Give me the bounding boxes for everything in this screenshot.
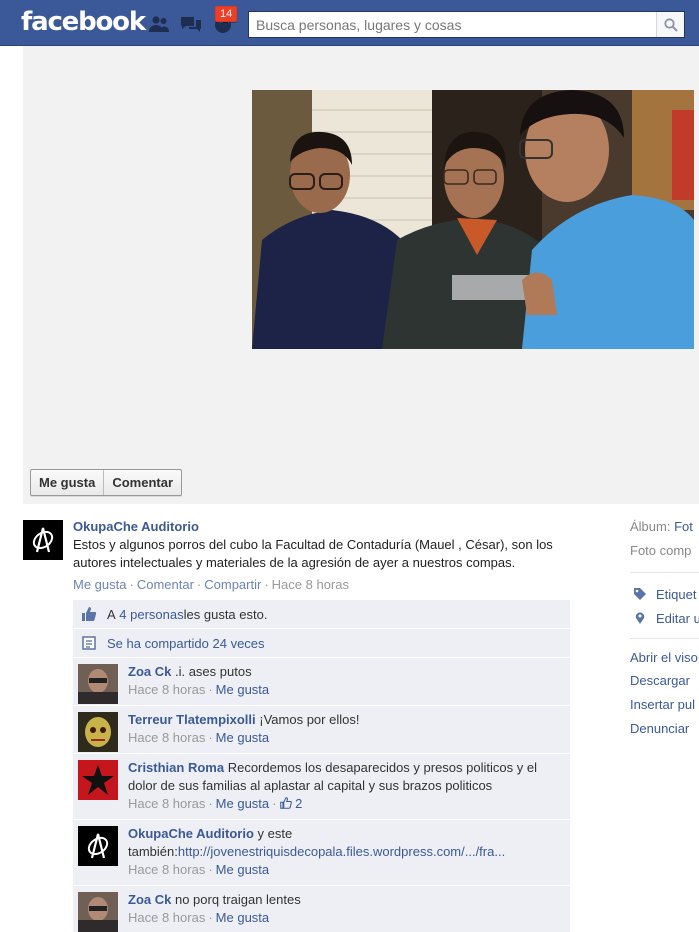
top-bar: facebook 14 xyxy=(0,0,699,46)
tag-icon xyxy=(634,588,646,600)
facebook-logo[interactable]: facebook xyxy=(21,7,146,37)
post-author[interactable]: OkupaChe Auditorio xyxy=(73,518,583,536)
photo-sidebar: Álbum: Fot Foto comp Etiquet Editar u Ab… xyxy=(630,517,699,767)
comment: OkupaChe Auditorio y este también:http:/… xyxy=(73,820,570,886)
shares-link[interactable]: Se ha compartido 24 veces xyxy=(107,636,265,651)
shares-summary: Se ha compartido 24 veces xyxy=(73,629,570,658)
post-body: OkupaChe Auditorio Estos y algunos porro… xyxy=(73,518,583,594)
comment-time: Hace 8 horas xyxy=(128,730,206,745)
comment-likes-count[interactable]: 2 xyxy=(279,796,303,811)
separator: · xyxy=(129,577,134,592)
edit-link[interactable]: Editar u xyxy=(656,611,699,626)
like-button[interactable]: Me gusta xyxy=(31,470,103,495)
open-viewer-link[interactable]: Abrir el viso xyxy=(630,650,698,665)
post-like-link[interactable]: Me gusta xyxy=(73,577,126,592)
comment-text: ¡Vamos por ellos! xyxy=(259,712,360,727)
post-meta: Me gusta · Comentar · Compartir · Hace 8 horas xyxy=(73,576,583,594)
separator: · xyxy=(208,796,213,811)
commenter-name[interactable]: OkupaChe Auditorio xyxy=(128,826,254,841)
comment-like-link[interactable]: Me gusta xyxy=(216,862,269,877)
report-link[interactable]: Denunciar xyxy=(630,721,689,736)
search-box xyxy=(248,11,685,38)
separator: · xyxy=(208,910,213,925)
commenter-avatar[interactable] xyxy=(78,760,118,800)
divider xyxy=(630,572,699,573)
comment-like-link[interactable]: Me gusta xyxy=(216,796,269,811)
comment-link[interactable]: http://jovenestriquisdecopala.files.word… xyxy=(178,844,505,859)
comment-time: Hace 8 horas xyxy=(128,862,206,877)
comment: Cristhian Roma Recordemos los desapareci… xyxy=(73,754,570,820)
photo[interactable] xyxy=(252,90,694,349)
tag-link[interactable]: Etiquet xyxy=(656,587,696,602)
album-link[interactable]: Fot xyxy=(674,519,693,534)
commenter-name[interactable]: Zoa Ck xyxy=(128,892,171,907)
separator: · xyxy=(208,862,213,877)
post-share-link[interactable]: Compartir xyxy=(204,577,261,592)
tag-photo[interactable]: Etiquet xyxy=(630,587,696,602)
commenter-name[interactable]: Terreur Tlatempixolli xyxy=(128,712,256,727)
likes-suffix: les gusta esto. xyxy=(183,606,268,622)
photo-of: Foto comp xyxy=(630,543,692,558)
separator: · xyxy=(208,730,213,745)
comment-like-link[interactable]: Me gusta xyxy=(216,682,269,697)
author-avatar[interactable] xyxy=(23,520,63,560)
feedback-box: A 4 personas les gusta esto. Se ha compa… xyxy=(73,600,570,932)
notifications-badge: 14 xyxy=(215,6,238,22)
comment: Zoa Ck no porq traigan lentes Hace 8 hor… xyxy=(73,886,570,932)
commenter-name[interactable]: Zoa Ck xyxy=(128,664,171,679)
separator: · xyxy=(264,577,269,592)
search-button[interactable] xyxy=(656,12,684,37)
commenter-avatar[interactable] xyxy=(78,892,118,932)
comment-like-link[interactable]: Me gusta xyxy=(216,730,269,745)
comment: Zoa Ck .i. ases putos Hace 8 horas · Me gu… xyxy=(73,658,570,706)
messages-icon[interactable] xyxy=(180,14,202,34)
search-icon xyxy=(663,17,678,32)
likes-people-link[interactable]: 4 personas xyxy=(119,607,183,622)
album-label: Álbum: xyxy=(630,519,671,534)
location-pin-icon xyxy=(635,612,645,624)
commenter-name[interactable]: Cristhian Roma xyxy=(128,760,224,775)
separator: · xyxy=(196,577,202,592)
thumbs-up-icon xyxy=(279,797,292,809)
divider xyxy=(630,638,699,639)
photo-actions: Me gusta Comentar xyxy=(30,469,183,496)
comment-time: Hace 8 horas xyxy=(128,910,206,925)
share-icon xyxy=(80,634,98,652)
comment-button[interactable]: Comentar xyxy=(103,470,181,495)
comment-time: Hace 8 horas xyxy=(128,796,206,811)
comment-likes-value: 2 xyxy=(295,796,303,811)
download-link[interactable]: Descargar xyxy=(630,673,690,688)
edit-location[interactable]: Editar u xyxy=(630,611,699,626)
embed-link[interactable]: Insertar pul xyxy=(630,697,695,712)
post-time: Hace 8 horas xyxy=(271,577,349,592)
commenter-avatar[interactable] xyxy=(78,712,118,752)
comment-text: no porq traigan lentes xyxy=(174,892,301,907)
post-comment-link[interactable]: Comentar xyxy=(137,577,194,592)
post-text: Estos y algunos porros del cubo la Facul… xyxy=(73,537,553,570)
comment-time: Hace 8 horas xyxy=(128,682,206,697)
comment-like-link[interactable]: Me gusta xyxy=(216,910,269,925)
friend-requests-icon[interactable] xyxy=(148,14,170,34)
commenter-avatar[interactable] xyxy=(78,826,118,866)
comment-text: .i. ases putos xyxy=(174,664,252,679)
comment: Terreur Tlatempixolli ¡Vamos por ellos! … xyxy=(73,706,570,754)
thumbs-up-icon xyxy=(80,605,98,623)
likes-summary: A 4 personas les gusta esto. xyxy=(73,600,570,629)
photo-image xyxy=(252,90,694,349)
album-row: Álbum: Fot xyxy=(630,519,693,534)
separator: · xyxy=(208,682,213,697)
likes-prefix: A xyxy=(107,606,116,622)
search-input[interactable] xyxy=(249,12,656,37)
separator: · xyxy=(272,796,277,811)
commenter-avatar[interactable] xyxy=(78,664,118,704)
